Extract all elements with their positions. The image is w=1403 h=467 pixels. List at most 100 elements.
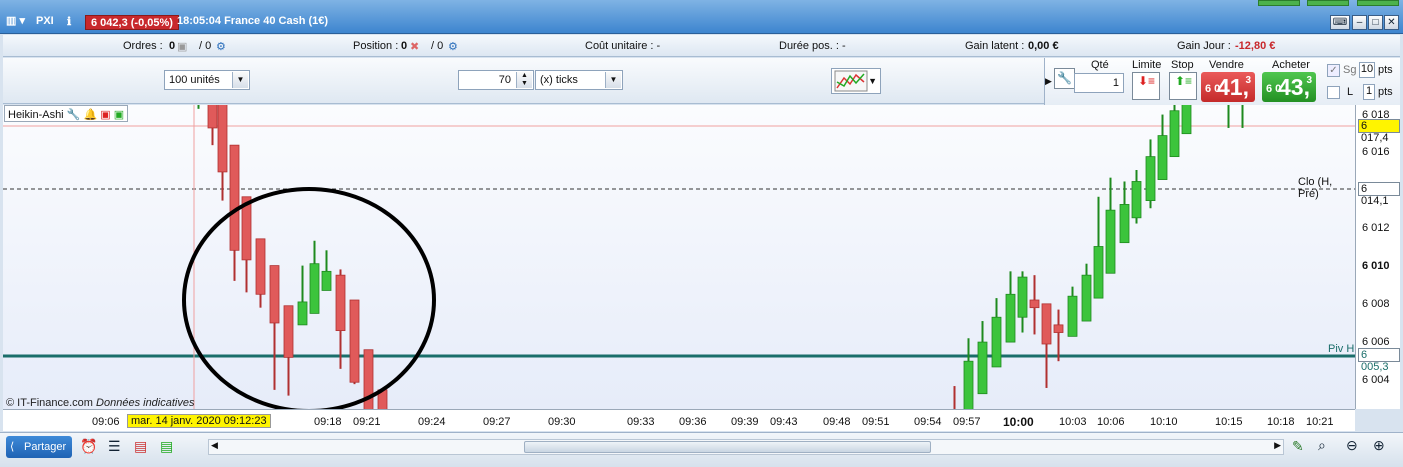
draw-tool-icon[interactable]: ✎	[1292, 438, 1304, 455]
alarm-clock-icon[interactable]: ⏰	[80, 438, 97, 455]
buy-button[interactable]: 6 0 43, 3	[1262, 72, 1316, 102]
instrument-quote: 6 042,3 (-0,05%)	[85, 15, 179, 30]
candlestick-chart[interactable]	[3, 105, 1355, 409]
scrollbar-thumb[interactable]	[524, 441, 931, 453]
order-book-icon[interactable]: ▤	[134, 438, 147, 455]
l-points-input[interactable]: 1	[1363, 84, 1375, 100]
cursor-date-label: mar. 14 janv. 2020 09:12:23	[127, 414, 271, 428]
wrench-icon[interactable]: 🔧	[67, 109, 81, 121]
candle-up[interactable]	[1169, 110, 1180, 158]
scroll-left-icon[interactable]: ◀	[211, 440, 218, 451]
chevron-down-icon: ▼	[232, 72, 248, 88]
sg-checkbox[interactable]: ✓	[1327, 64, 1340, 77]
quantity-input[interactable]: 1	[1074, 73, 1124, 93]
move-up-icon[interactable]: ▣	[114, 109, 124, 121]
sell-label: Vendre	[1209, 59, 1244, 71]
close-position-icon[interactable]: ✖	[410, 40, 419, 53]
candle-up[interactable]	[309, 263, 320, 314]
sell-button[interactable]: 6 0 41, 3	[1201, 72, 1255, 102]
bottom-toolbar: ⟨ Partager ⏰ ☰ ▤ ▤ ◀ ▶ ✎ ⌕ ⊖ ⊕	[0, 432, 1403, 467]
candle-up[interactable]	[1005, 293, 1016, 343]
sg-points-input[interactable]: 10	[1359, 62, 1375, 78]
candle-down[interactable]	[207, 105, 218, 129]
l-pts-label: pts	[1378, 86, 1393, 98]
candle-up[interactable]	[1157, 135, 1168, 180]
l-label: L	[1347, 86, 1354, 98]
orders-settings-icon[interactable]: ⚙	[216, 40, 226, 53]
stop-order-button[interactable]: ⬆≡	[1169, 72, 1197, 100]
maximize-button[interactable]: □	[1368, 15, 1383, 30]
candle-down[interactable]	[335, 274, 346, 332]
candle-up[interactable]	[1105, 209, 1116, 274]
stepper-arrows-icon[interactable]: ▲ ▼	[516, 72, 532, 88]
ticks-stepper[interactable]: 70 ▲ ▼	[458, 70, 534, 90]
candle-down[interactable]	[229, 144, 240, 251]
candle-up[interactable]	[1093, 246, 1104, 299]
keyboard-icon[interactable]: ⌨	[1330, 15, 1350, 30]
close-orders-icon[interactable]: ▣	[177, 40, 187, 53]
l-checkbox[interactable]	[1327, 86, 1340, 99]
limit-order-button[interactable]: ⬇≡	[1132, 72, 1160, 100]
limit-order-icon: ⬇≡	[1138, 74, 1156, 88]
y-tick: 6 004	[1362, 374, 1390, 386]
candle-down[interactable]	[1041, 303, 1052, 345]
green-tab[interactable]	[1307, 0, 1349, 6]
close-button[interactable]: ✕	[1384, 15, 1399, 30]
indicator-legend[interactable]: Heikin-Ashi 🔧 🔔 ▣ ▣	[4, 105, 129, 122]
zoom-out-icon[interactable]: ⊖	[1346, 437, 1358, 454]
ticks-select[interactable]: (x) ticks ▼	[535, 70, 623, 90]
horizontal-scrollbar[interactable]: ◀ ▶	[208, 439, 1284, 455]
candle-up[interactable]	[297, 301, 308, 326]
candle-down[interactable]	[269, 265, 280, 324]
order-book-green-icon[interactable]: ▤	[160, 438, 173, 455]
candle-up[interactable]	[1181, 105, 1192, 135]
price-axis[interactable]: 6 018 6 017,4 6 016 6 014,1 6 012 6 010 …	[1355, 105, 1400, 409]
candle-down[interactable]	[349, 299, 360, 383]
candle-down[interactable]	[255, 238, 266, 295]
minimize-button[interactable]: –	[1352, 15, 1367, 30]
chart-type-icon[interactable]: ▥ ▾	[6, 14, 25, 27]
x-tick: 10:03	[1059, 416, 1087, 428]
candle-up[interactable]	[1119, 204, 1130, 244]
orders-value: 0	[169, 40, 176, 52]
green-tab[interactable]	[1258, 0, 1300, 6]
close-previous-label: Clo (H, Pré)	[1298, 176, 1333, 200]
candle-down[interactable]	[217, 105, 228, 173]
share-button[interactable]: ⟨ Partager	[6, 436, 72, 458]
buy-price-fraction: 3	[1306, 75, 1312, 86]
current-price-label: 6 017,4	[1358, 119, 1400, 144]
bell-icon[interactable]: 🔔	[83, 109, 97, 121]
green-tab[interactable]	[1357, 0, 1399, 6]
wrench-icon[interactable]: 🔧	[1054, 68, 1075, 89]
info-icon[interactable]: ℹ	[67, 15, 71, 28]
price-chart[interactable]: Clo (H, Pré) Piv H	[3, 105, 1355, 409]
candle-up[interactable]	[1081, 274, 1092, 322]
candle-up[interactable]	[321, 270, 332, 291]
candle-down[interactable]	[1053, 324, 1064, 333]
close-indicator-icon[interactable]: ▣	[100, 109, 110, 121]
candle-down[interactable]	[1029, 299, 1040, 309]
x-tick: 09:27	[483, 416, 511, 428]
panel-expand-icon[interactable]: ▶	[1045, 76, 1052, 87]
candle-up[interactable]	[1067, 295, 1078, 337]
candle-up[interactable]	[1145, 156, 1156, 201]
scroll-right-icon[interactable]: ▶	[1274, 440, 1281, 451]
y-tick: 6 016	[1362, 146, 1390, 158]
candle-up[interactable]	[1131, 181, 1142, 219]
units-select[interactable]: 100 unités ▼	[164, 70, 250, 90]
legend-label: Heikin-Ashi	[8, 109, 64, 121]
title-bar: ▥ ▾ PXI ℹ 6 042,3 (-0,05%) 18:05:04 Fran…	[0, 0, 1403, 34]
list-icon[interactable]: ☰	[108, 438, 121, 455]
candle-up[interactable]	[991, 316, 1002, 368]
indicators-button[interactable]: ▼	[831, 68, 881, 94]
candle-down[interactable]	[283, 305, 294, 358]
candle-up[interactable]	[963, 360, 974, 409]
zoom-fit-icon[interactable]: ⌕	[1318, 437, 1326, 454]
annotation-circle[interactable]	[182, 187, 436, 409]
position-settings-icon[interactable]: ⚙	[448, 40, 458, 53]
x-tick: 09:36	[679, 416, 707, 428]
candle-up[interactable]	[977, 341, 988, 395]
zoom-in-icon[interactable]: ⊕	[1373, 437, 1385, 454]
candle-up[interactable]	[1017, 276, 1028, 318]
chevron-down-icon: ▼	[868, 76, 877, 86]
